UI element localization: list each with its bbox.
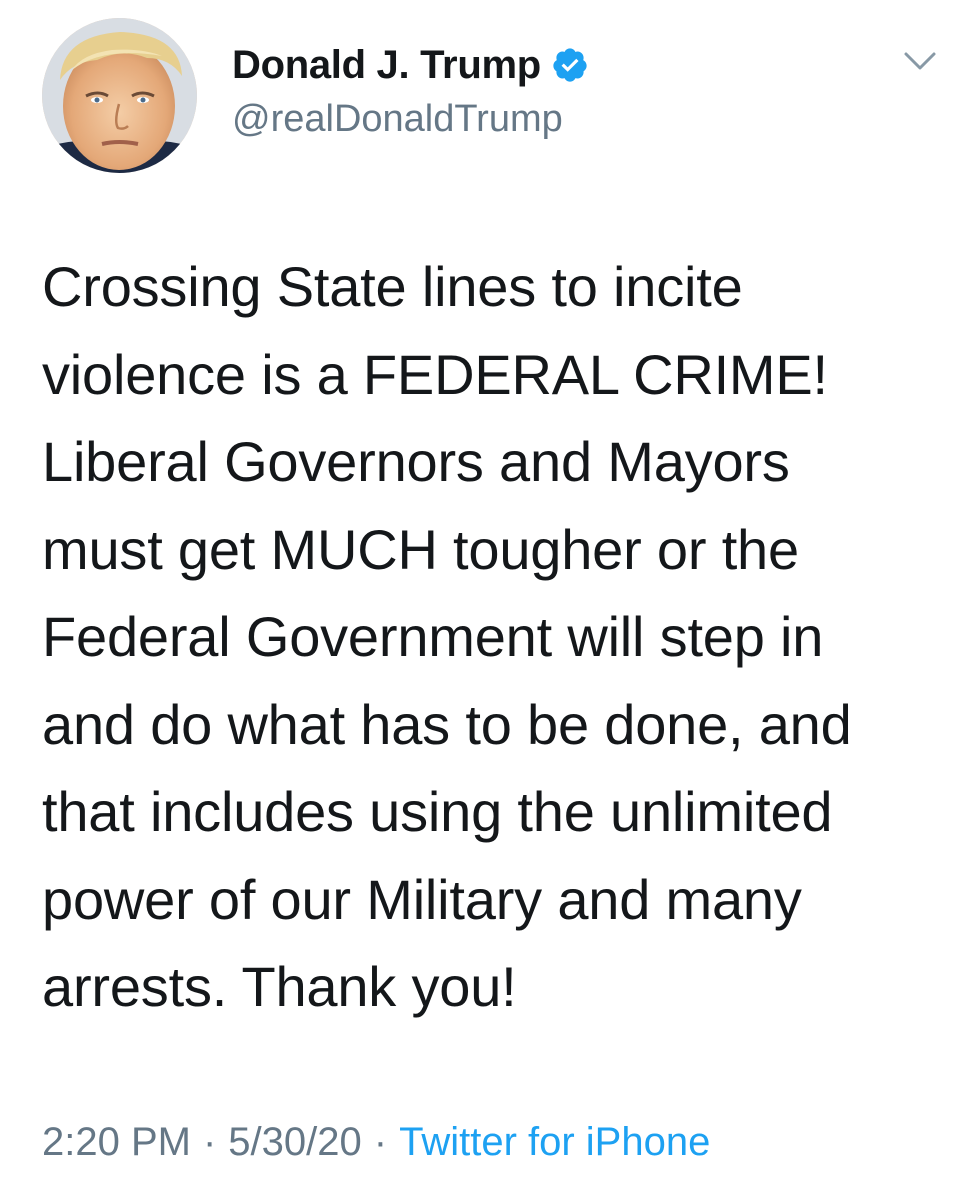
avatar-image — [42, 18, 197, 173]
tweet-text-line: that includes using the unlimited — [42, 780, 833, 843]
tweet-header: Donald J. Trump @realDonaldTrump — [42, 18, 942, 178]
avatar[interactable] — [42, 18, 197, 173]
tweet-text-line: power of our Military and many — [42, 867, 802, 931]
tweet-date[interactable]: 5/30/20 — [228, 1120, 361, 1164]
user-names: Donald J. Trump @realDonaldTrump — [232, 40, 589, 141]
tweet-card: Donald J. Trump @realDonaldTrump Crossin… — [0, 0, 980, 1200]
display-name-row: Donald J. Trump — [232, 40, 589, 90]
tweet-text-line: must get MUCH tougher or the — [42, 517, 799, 581]
tweet-text-line: Liberal Governors and Mayors — [42, 430, 790, 493]
tweet-text-line: arrests. Thank you! — [42, 955, 517, 1018]
tweet-meta: 2:20 PM · 5/30/20 · Twitter for iPhone — [42, 1120, 710, 1165]
tweet-time[interactable]: 2:20 PM — [42, 1120, 191, 1164]
user-handle[interactable]: @realDonaldTrump — [232, 98, 589, 141]
meta-separator: · — [373, 1120, 388, 1164]
display-name[interactable]: Donald J. Trump — [232, 43, 541, 88]
tweet-text: Crossing State lines to incite violence … — [42, 243, 952, 1031]
chevron-down-icon[interactable] — [900, 46, 940, 76]
meta-separator: · — [202, 1120, 217, 1164]
tweet-text-line: and do what has to be done, and — [42, 692, 852, 756]
verified-badge-icon — [551, 46, 589, 84]
tweet-text-line: Crossing State lines to incite — [42, 255, 743, 318]
tweet-source-link[interactable]: Twitter for iPhone — [399, 1120, 710, 1164]
tweet-text-line: Federal Government will step in — [42, 605, 824, 668]
tweet-text-line: violence is a FEDERAL CRIME! — [42, 342, 828, 406]
